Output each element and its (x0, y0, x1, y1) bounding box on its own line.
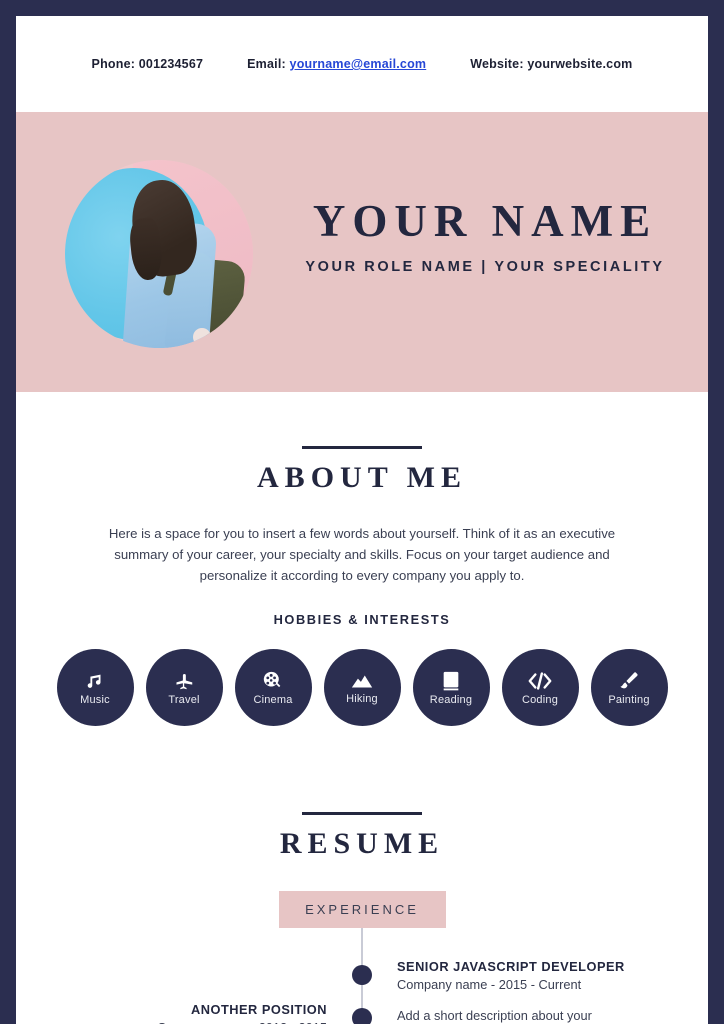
mountains-icon (350, 671, 374, 691)
website-text: Website: yourwebsite.com (470, 57, 633, 71)
about-section: ABOUT ME Here is a space for you to inse… (16, 446, 708, 726)
profile-photo (65, 160, 253, 348)
page-frame: Phone: 001234567 Email: yourname@email.c… (0, 0, 724, 1024)
photo-pompom (193, 328, 211, 346)
section-divider (302, 446, 422, 449)
section-divider (302, 812, 422, 815)
hobby-label: Painting (608, 693, 650, 706)
hobby-label: Travel (168, 693, 200, 706)
film-reel-icon (262, 670, 284, 692)
email-label: Email: (247, 57, 286, 71)
about-title: ABOUT ME (257, 461, 467, 494)
hobby-label: Hiking (346, 692, 378, 705)
role-subtitle: YOUR ROLE NAME | YOUR SPECIALITY (305, 259, 665, 276)
code-brackets-icon (527, 670, 553, 692)
hobbies-list: Music Travel Cinema Hiking Reading Codin… (16, 649, 708, 726)
hobby-item-music[interactable]: Music (56, 649, 134, 726)
airplane-icon (173, 670, 195, 692)
hobby-item-travel[interactable]: Travel (145, 649, 223, 726)
timeline-dot (352, 965, 372, 985)
job-meta: Company name - 2012 - 2015 (37, 1020, 327, 1024)
timeline-entry: SENIOR JAVASCRIPT DEVELOPER Company name… (397, 959, 687, 1024)
hobby-item-painting[interactable]: Painting (590, 649, 668, 726)
hobby-item-cinema[interactable]: Cinema (234, 649, 312, 726)
music-note-icon (84, 670, 106, 692)
hobby-item-hiking[interactable]: Hiking (323, 649, 401, 726)
resume-page: Phone: 001234567 Email: yourname@email.c… (16, 16, 708, 1024)
hero-text-block: YOUR NAME YOUR ROLE NAME | YOUR SPECIALI… (278, 196, 692, 276)
job-meta: Company name - 2015 - Current (397, 977, 582, 992)
hobbies-title: HOBBIES & INTERESTS (273, 612, 451, 627)
email-link[interactable]: yourname@email.com (290, 57, 427, 71)
paintbrush-icon (618, 670, 640, 692)
hobby-label: Reading (429, 693, 473, 706)
hobby-label: Cinema (253, 693, 293, 706)
hobby-label: Coding (521, 693, 559, 706)
resume-title: RESUME (279, 827, 445, 860)
hero-banner: YOUR NAME YOUR ROLE NAME | YOUR SPECIALI… (16, 112, 708, 392)
contact-bar: Phone: 001234567 Email: yourname@email.c… (16, 16, 708, 112)
phone-text: Phone: 001234567 (91, 57, 204, 71)
timeline-entry: ANOTHER POSITION Company name - 2012 - 2… (37, 1002, 327, 1024)
about-body-text: Here is a space for you to insert a few … (108, 526, 616, 583)
hobby-label: Music (80, 693, 110, 706)
resume-section: RESUME EXPERIENCE SENIOR JAVASCRIPT DEVE… (16, 812, 708, 1024)
page-title: YOUR NAME (312, 196, 658, 246)
experience-banner: EXPERIENCE (278, 891, 446, 928)
hobby-item-reading[interactable]: Reading (412, 649, 490, 726)
experience-timeline: SENIOR JAVASCRIPT DEVELOPER Company name… (16, 928, 708, 1024)
job-title: SENIOR JAVASCRIPT DEVELOPER (397, 959, 625, 974)
hobby-item-coding[interactable]: Coding (501, 649, 579, 726)
timeline-dot (352, 1008, 372, 1024)
book-icon (441, 670, 461, 692)
job-title: ANOTHER POSITION (191, 1002, 327, 1017)
email-group: Email: yourname@email.com (247, 57, 426, 71)
job-description: Add a short description about your achie… (397, 1008, 592, 1023)
